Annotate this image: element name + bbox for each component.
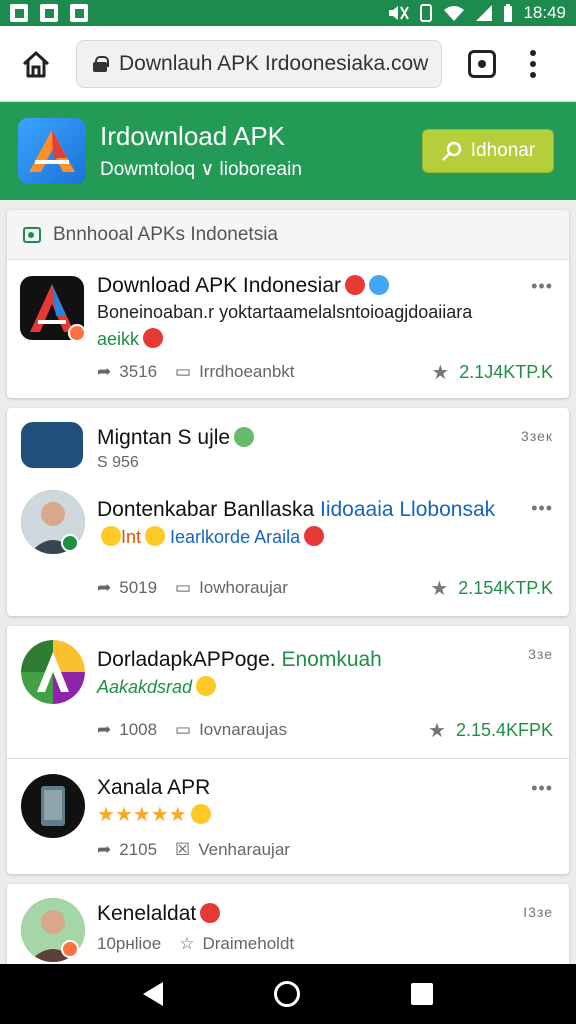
section-icon [23,226,41,243]
post-text: Boneinoaban.r yoktartaamelalsntoioagjdoa… [97,302,473,322]
views-metric: ➦ 2105 [97,840,158,859]
avatar [21,774,85,838]
star-icon: ★ [428,720,446,742]
comments-button[interactable]: ▭ Irrdhoeanbkt [175,362,295,382]
post-meta: S 956 [97,454,139,471]
post-time: 3зек [521,428,553,444]
emoji-icon [190,804,211,824]
url-text: Downlauh APK Irdoonesiaka.cow [119,51,429,75]
system-nav-bar [0,964,576,1024]
wifi-icon [444,6,465,21]
badge-icon [61,534,79,552]
post-time: I3зе [523,904,553,920]
app-notification-icon [10,4,28,22]
post-text: Int Iearlkorde Araila [97,526,325,548]
section-title: Bnnhooal APKs Indonetsia [53,223,279,245]
signal-icon [476,5,493,21]
status-bar: 18:49 [0,0,576,26]
eye-icon: ➦ [97,578,112,597]
comment-icon: ▭ [175,578,192,597]
rating-stars: ★★★★★ [97,802,211,827]
like-count[interactable]: ★ 2.154KTP.K [430,576,553,601]
comment-icon: ▭ [175,362,192,381]
post-time: 3зе [528,646,553,662]
star-icon: ★ [132,804,151,826]
emoji-icon [143,328,164,348]
more-options-icon[interactable]: ••• [531,276,553,297]
post-title[interactable]: Migntan S ujle [97,426,255,450]
lock-icon [93,55,109,72]
post-title[interactable]: DorladapkAPPoge. Enomkuah [97,648,382,672]
badge-icon [61,940,79,958]
vibrate-icon [420,4,433,22]
emoji-icon [345,275,365,295]
tabs-button[interactable] [468,49,496,78]
post-text-2: aeikk [97,328,164,350]
post-title[interactable]: Dontenkabar Banllaska Iidoaaia Llobonsak [97,498,495,522]
search-icon [441,141,462,161]
badge-icon [68,324,86,342]
post-text: Aakakdsrad [97,676,217,698]
star-icon: ★ [150,804,169,826]
battery-icon [504,4,513,22]
comments-button[interactable]: ▭ Iovnaraujas [175,720,287,740]
post-title[interactable]: Xanala APR [97,776,210,800]
emoji-icon [101,526,121,546]
emoji-icon [196,676,217,696]
eye-icon: ➦ [97,840,112,859]
comments-button[interactable]: ▭ Iowhoraujar [175,578,288,598]
image-notification-icon [40,4,58,22]
more-options-icon[interactable]: ••• [531,498,553,519]
status-time: 18:49 [523,3,566,22]
home-circle-icon[interactable] [273,981,300,1007]
game-notification-icon [70,4,88,22]
feed-card: Migntan S ujle S 956 3зек Dontenkabar Ba… [7,408,569,616]
feed-card: DorladapkAPPoge. Enomkuah Aakakdsrad 3зе… [7,626,569,874]
browser-toolbar: Downlauh APK Irdoonesiaka.cow [0,26,576,102]
divider [7,758,569,759]
verified-icon [369,275,389,295]
channel-logo [21,422,83,468]
home-button[interactable] [18,46,54,82]
post-title[interactable]: Download APK Indonesiar [97,274,389,298]
comment-icon: ▭ [175,720,192,739]
recents-icon[interactable] [410,983,433,1005]
views-metric: ➦ 5019 [97,578,158,597]
like-count[interactable]: ★ 2.15.4KFPK [428,718,553,743]
app-title: Irdownload APK [100,121,286,151]
app-logo-icon [18,118,86,184]
eye-icon: ➦ [97,720,112,739]
app-subtitle[interactable]: Dowmtoloq ∨ lioboreain [100,158,302,181]
url-field[interactable]: Downlauh APK Irdoonesiaka.cow [76,39,442,88]
star-icon: ★ [97,804,115,826]
star-icon: ☆ [179,934,195,953]
post-title[interactable]: Kenelaldat [97,902,221,926]
more-options-icon[interactable]: ••• [531,778,553,799]
app-header: Irdownload APK Dowmtoloq ∨ lioboreain Id… [0,102,576,200]
emoji-icon [304,526,325,546]
comment-icon: ☒ [175,840,191,859]
home-icon [22,51,50,77]
like-count[interactable]: ★ 2.1J4KTP.K [431,360,553,385]
section-header: Bnnhooal APKs Indonetsia [7,210,569,260]
mute-icon [389,6,410,20]
download-button-label: Idhonar [470,140,536,161]
overflow-menu-button[interactable] [528,49,538,78]
comments-button[interactable]: ☒ Venharaujar [175,840,290,860]
emoji-icon [200,903,221,923]
eye-icon: ➦ [97,362,112,381]
emoji-icon [145,526,166,546]
feed-card: Bnnhooal APKs Indonetsia Download APK In… [7,210,569,398]
avatar [21,640,85,704]
back-icon[interactable] [143,982,164,1006]
star-icon: ★ [431,362,450,384]
star-icon: ★ [430,578,449,600]
post-meta: 10рнlioe ☆ Draimeholdt [97,934,295,953]
views-metric: ➦ 3516 [97,362,158,381]
emoji-icon [234,427,255,447]
star-icon: ★ [114,804,133,826]
star-icon: ★ [168,804,187,826]
views-metric: ➦ 1008 [97,720,158,739]
download-button[interactable]: Idhonar [422,129,554,173]
